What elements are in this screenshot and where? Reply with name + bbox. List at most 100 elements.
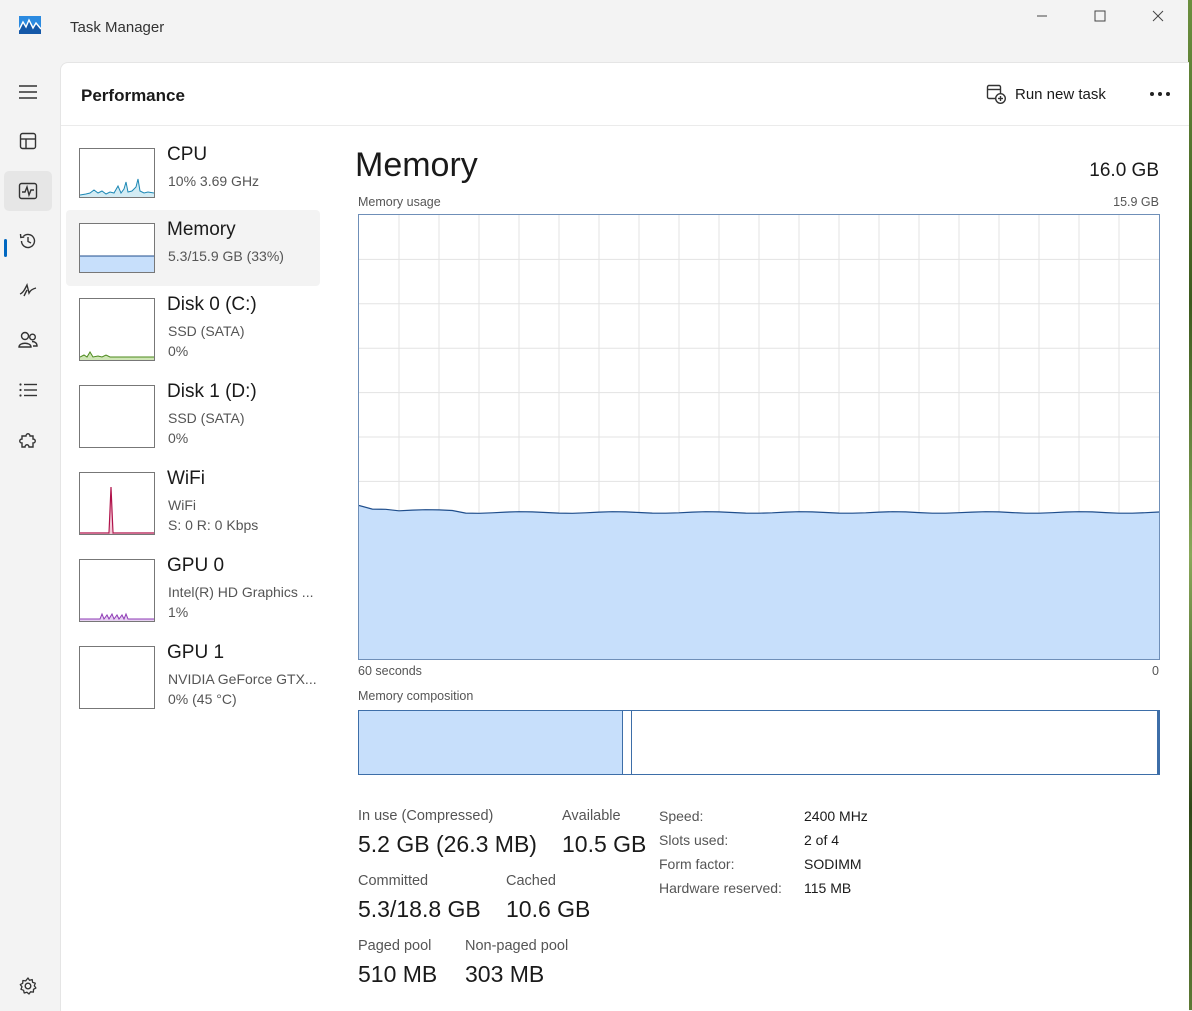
memory-usage-graph xyxy=(358,214,1160,660)
nav-performance[interactable] xyxy=(4,171,52,211)
nav-app-history[interactable] xyxy=(4,221,52,261)
device-name: Disk 0 (C:) xyxy=(167,294,257,315)
composition-free-edge xyxy=(1157,711,1159,774)
startup-icon xyxy=(19,282,37,297)
services-puzzle-icon xyxy=(19,433,36,448)
device-gpu-1[interactable]: GPU 1 NVIDIA GeForce GTX... 0% (45 °C) xyxy=(66,633,320,709)
minimize-button[interactable] xyxy=(1013,0,1071,32)
nav-startup-apps[interactable] xyxy=(4,270,52,310)
history-icon xyxy=(19,233,36,249)
close-icon xyxy=(1152,10,1164,22)
device-name: GPU 0 xyxy=(167,555,225,576)
window-title: Task Manager xyxy=(70,19,165,36)
device-cpu[interactable]: CPU 10% 3.69 GHz xyxy=(66,135,320,211)
gpu0-thumbnail-graph xyxy=(79,559,155,622)
device-usage: 1% xyxy=(168,604,189,620)
maximize-icon xyxy=(1094,10,1106,22)
device-name: Memory xyxy=(167,219,236,240)
details-list-icon xyxy=(19,383,37,397)
close-button[interactable] xyxy=(1129,0,1187,32)
device-type: SSD (SATA) xyxy=(168,410,245,426)
in-use-label: In use (Compressed) xyxy=(358,808,494,824)
disk1-thumbnail-graph xyxy=(79,385,155,448)
device-memory[interactable]: Memory 5.3/15.9 GB (33%) xyxy=(66,210,320,286)
memory-usage-chart xyxy=(359,215,1159,659)
processes-icon xyxy=(19,132,37,150)
form-factor-value: SODIMM xyxy=(804,856,862,872)
memory-total: 16.0 GB xyxy=(1089,160,1159,181)
detail-title: Memory xyxy=(355,146,478,184)
available-label: Available xyxy=(562,808,621,824)
available-value: 10.5 GB xyxy=(562,831,647,857)
wifi-thumbnail-graph xyxy=(79,472,155,535)
speed-value: 2400 MHz xyxy=(804,808,868,824)
time-axis-right: 0 xyxy=(1152,664,1159,678)
more-options-icon xyxy=(1150,92,1170,96)
more-options-button[interactable] xyxy=(1146,81,1174,107)
device-disk-0[interactable]: Disk 0 (C:) SSD (SATA) 0% xyxy=(66,285,320,361)
device-type: SSD (SATA) xyxy=(168,323,245,339)
device-name: CPU xyxy=(167,144,208,165)
hardware-reserved-label: Hardware reserved: xyxy=(659,880,782,896)
committed-value: 5.3/18.8 GB xyxy=(358,896,481,922)
disk0-thumbnail-graph xyxy=(79,298,155,361)
device-name: Disk 1 (D:) xyxy=(167,381,257,402)
composition-in-use xyxy=(359,711,623,774)
device-disk-1[interactable]: Disk 1 (D:) SSD (SATA) 0% xyxy=(66,372,320,448)
memory-composition-label: Memory composition xyxy=(358,689,474,703)
memory-usage-area xyxy=(359,505,1159,659)
device-wifi[interactable]: WiFi WiFi S: 0 R: 0 Kbps xyxy=(66,459,320,535)
run-new-task-button[interactable]: Run new task xyxy=(986,81,1106,107)
device-gpu-0[interactable]: GPU 0 Intel(R) HD Graphics ... 1% xyxy=(66,546,320,622)
device-detail: 5.3/15.9 GB (33%) xyxy=(168,248,284,264)
nav-services[interactable] xyxy=(4,420,52,460)
gpu1-thumbnail-graph xyxy=(79,646,155,709)
cpu-thumbnail-graph xyxy=(79,148,155,198)
device-model: NVIDIA GeForce GTX... xyxy=(168,671,317,687)
time-axis-left: 60 seconds xyxy=(358,664,422,678)
page-title: Performance xyxy=(81,86,185,105)
cached-label: Cached xyxy=(506,873,556,889)
device-type: WiFi xyxy=(168,497,196,513)
memory-thumbnail-graph xyxy=(79,223,155,273)
device-usage: 0% xyxy=(168,430,189,446)
memory-usage-label: Memory usage xyxy=(358,195,441,209)
nav-settings[interactable] xyxy=(4,966,52,1006)
paged-pool-label: Paged pool xyxy=(358,938,432,954)
nav-menu-button[interactable] xyxy=(4,72,52,112)
speed-label: Speed: xyxy=(659,808,704,824)
device-name: GPU 1 xyxy=(167,642,225,663)
title-bar: Task Manager xyxy=(0,0,1192,56)
nav-users[interactable] xyxy=(4,320,52,360)
hardware-reserved-value: 115 MB xyxy=(804,880,852,896)
memory-composition-bar xyxy=(358,710,1160,775)
device-usage: 0% (45 °C) xyxy=(168,691,237,707)
users-icon xyxy=(18,331,38,348)
task-manager-icon xyxy=(18,16,42,34)
side-nav xyxy=(0,56,60,1010)
paged-pool-value: 510 MB xyxy=(358,961,438,987)
main-panel: Performance Run new task CPU 10% 3.69 GH… xyxy=(60,62,1189,1011)
cached-value: 10.6 GB xyxy=(506,896,591,922)
device-throughput: S: 0 R: 0 Kbps xyxy=(168,517,259,533)
device-model: Intel(R) HD Graphics ... xyxy=(168,584,314,600)
nav-details[interactable] xyxy=(4,370,52,410)
device-detail: 10% 3.69 GHz xyxy=(168,173,260,189)
run-task-icon xyxy=(986,84,1006,104)
slots-used-value: 2 of 4 xyxy=(804,832,840,848)
in-use-value: 5.2 GB (26.3 MB) xyxy=(358,831,537,857)
minimize-icon xyxy=(1037,15,1047,17)
performance-icon xyxy=(18,182,38,200)
slots-used-label: Slots used: xyxy=(659,832,729,848)
committed-label: Committed xyxy=(358,873,429,889)
form-factor-label: Form factor: xyxy=(659,856,735,872)
maximize-button[interactable] xyxy=(1071,0,1129,32)
memory-usage-max: 15.9 GB xyxy=(1113,195,1159,209)
nav-processes[interactable] xyxy=(4,121,52,161)
composition-modified xyxy=(623,711,632,774)
non-paged-pool-value: 303 MB xyxy=(465,961,545,987)
device-name: WiFi xyxy=(167,468,205,489)
hamburger-icon xyxy=(19,85,37,99)
run-new-task-label: Run new task xyxy=(1015,85,1106,103)
gear-icon xyxy=(19,977,37,995)
